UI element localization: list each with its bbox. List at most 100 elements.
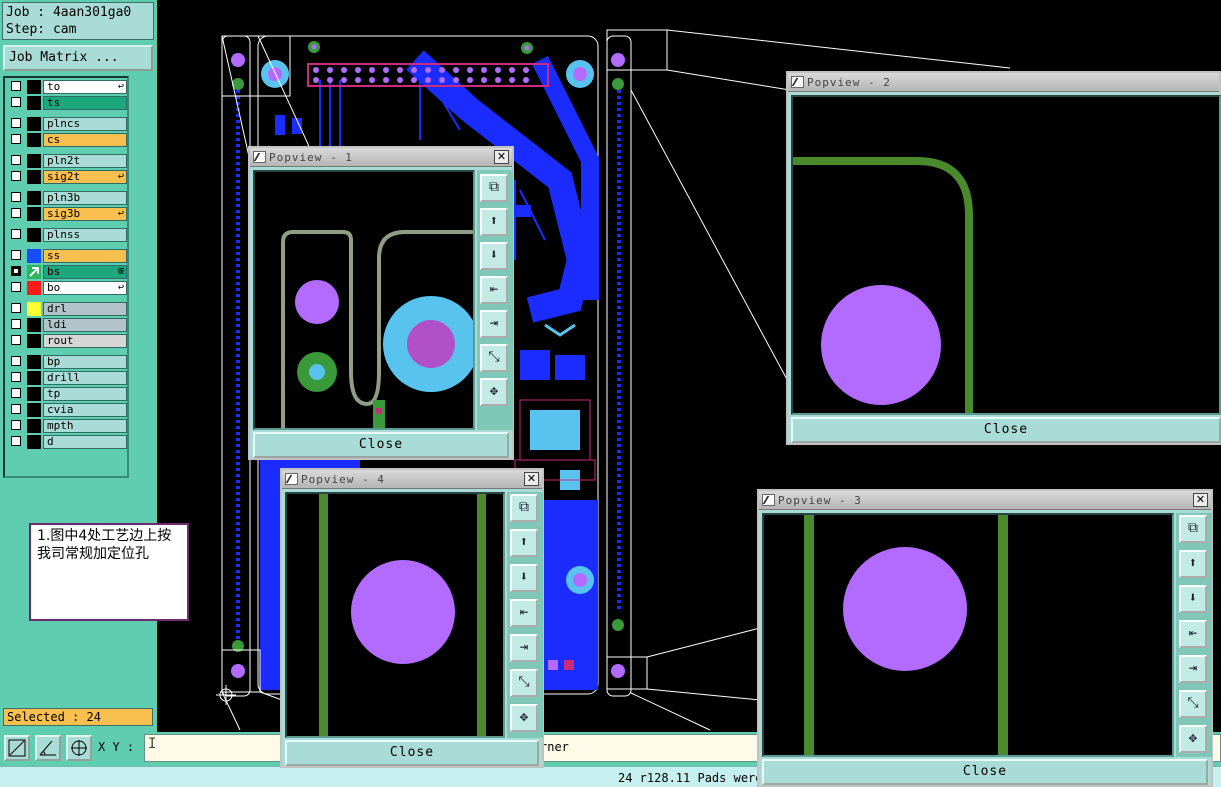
popview-4-view[interactable] bbox=[285, 492, 505, 738]
layer-color-swatch[interactable] bbox=[27, 403, 41, 417]
layer-checkbox[interactable] bbox=[11, 319, 21, 329]
layer-row-cs[interactable]: cs bbox=[8, 133, 127, 147]
layer-checkbox[interactable] bbox=[11, 436, 21, 446]
layer-checkbox[interactable] bbox=[11, 155, 21, 165]
layer-row-tp[interactable]: tp bbox=[8, 387, 127, 401]
popview-3-close-button[interactable]: Close bbox=[762, 759, 1208, 785]
pan-right-icon[interactable]: ⇥ bbox=[1179, 655, 1207, 683]
pan-right-icon[interactable]: ⇥ bbox=[480, 310, 508, 338]
layer-checkbox[interactable] bbox=[11, 118, 21, 128]
layer-color-swatch[interactable] bbox=[27, 318, 41, 332]
layer-row-ldi[interactable]: ldi bbox=[8, 318, 127, 332]
layer-color-swatch[interactable] bbox=[27, 302, 41, 316]
pan-down-icon[interactable]: ⬇ bbox=[480, 242, 508, 270]
zoom-in-icon[interactable]: ✥ bbox=[480, 378, 508, 406]
pan-up-icon[interactable]: ⬆ bbox=[510, 529, 538, 557]
layer-row-bp[interactable]: bp bbox=[8, 355, 127, 369]
pan-down-icon[interactable]: ⬇ bbox=[1179, 585, 1207, 613]
layer-label[interactable]: drl bbox=[43, 302, 127, 316]
zoom-box-button[interactable] bbox=[4, 735, 30, 761]
layer-color-swatch[interactable] bbox=[27, 334, 41, 348]
layer-checkbox[interactable] bbox=[11, 171, 21, 181]
zoom-in-icon[interactable]: ✥ bbox=[510, 704, 538, 732]
layer-checkbox[interactable] bbox=[11, 335, 21, 345]
layer-label[interactable]: pln2t bbox=[43, 154, 127, 168]
layer-row-cvia[interactable]: cvia bbox=[8, 403, 127, 417]
layer-checkbox[interactable] bbox=[11, 404, 21, 414]
layer-row-bo[interactable]: bo ↩ bbox=[8, 281, 127, 295]
zoom-fit-icon[interactable]: ⧉ bbox=[510, 494, 538, 522]
layer-checkbox[interactable] bbox=[11, 356, 21, 366]
pan-up-icon[interactable]: ⬆ bbox=[480, 208, 508, 236]
layer-label[interactable]: bp bbox=[43, 355, 127, 369]
layer-row-sig2t[interactable]: sig2t ↩ bbox=[8, 170, 127, 184]
layer-checkbox[interactable] bbox=[11, 229, 21, 239]
zoom-fit-icon[interactable]: ⧉ bbox=[1179, 515, 1207, 543]
layer-row-pln3b[interactable]: pln3b bbox=[8, 191, 127, 205]
job-matrix-button[interactable]: Job Matrix ... bbox=[3, 45, 153, 71]
layer-checkbox[interactable] bbox=[11, 208, 21, 218]
layer-checkbox[interactable] bbox=[11, 97, 21, 107]
layer-label[interactable]: mpth bbox=[43, 419, 127, 433]
layer-checkbox[interactable] bbox=[11, 372, 21, 382]
layer-color-swatch[interactable] bbox=[27, 371, 41, 385]
popview-1-view[interactable] bbox=[253, 170, 475, 430]
layer-checkbox[interactable] bbox=[11, 192, 21, 202]
layer-checkbox[interactable] bbox=[11, 388, 21, 398]
layer-color-swatch[interactable] bbox=[27, 228, 41, 242]
layer-label[interactable]: ts bbox=[43, 96, 127, 110]
layer-color-swatch[interactable] bbox=[27, 387, 41, 401]
layer-row-plnss[interactable]: plnss bbox=[8, 228, 127, 242]
layer-label[interactable]: sig2t ↩ bbox=[43, 170, 127, 184]
layer-row-drl[interactable]: drl bbox=[8, 302, 127, 316]
popview-3-titlebar[interactable]: Popview - 3 ✕ bbox=[759, 491, 1211, 510]
layer-row-plncs[interactable]: plncs bbox=[8, 117, 127, 131]
layer-label[interactable]: d bbox=[43, 435, 127, 449]
popview-3-view[interactable] bbox=[762, 513, 1174, 757]
layer-label[interactable]: rout bbox=[43, 334, 127, 348]
popview-2-titlebar[interactable]: Popview - 2 bbox=[788, 73, 1219, 92]
layer-label[interactable]: cvia bbox=[43, 403, 127, 417]
layer-checkbox[interactable] bbox=[11, 303, 21, 313]
layer-checkbox[interactable] bbox=[11, 266, 21, 276]
measure-button[interactable] bbox=[35, 735, 61, 761]
zoom-out-icon[interactable]: ⤡ bbox=[1179, 690, 1207, 718]
zoom-fit-icon[interactable]: ⧉ bbox=[480, 174, 508, 202]
layer-label[interactable]: ldi bbox=[43, 318, 127, 332]
layer-row-sig3b[interactable]: sig3b ↩ bbox=[8, 207, 127, 221]
layer-row-d[interactable]: d bbox=[8, 435, 127, 449]
close-icon[interactable]: ✕ bbox=[1193, 493, 1208, 507]
layer-color-swatch[interactable] bbox=[27, 154, 41, 168]
pan-right-icon[interactable]: ⇥ bbox=[510, 634, 538, 662]
layer-row-drill[interactable]: drill bbox=[8, 371, 127, 385]
layer-label[interactable]: pln3b bbox=[43, 191, 127, 205]
layer-color-swatch[interactable] bbox=[27, 133, 41, 147]
layer-row-ss[interactable]: ss bbox=[8, 249, 127, 263]
popview-1-titlebar[interactable]: Popview - 1 ✕ bbox=[250, 148, 512, 167]
layer-label[interactable]: ss bbox=[43, 249, 127, 263]
layer-label[interactable]: to ↩ bbox=[43, 80, 127, 94]
layer-color-swatch[interactable] bbox=[27, 207, 41, 221]
layer-row-rout[interactable]: rout bbox=[8, 334, 127, 348]
layer-label[interactable]: bs ⊞ bbox=[43, 265, 127, 279]
zoom-in-icon[interactable]: ✥ bbox=[1179, 725, 1207, 753]
layer-row-mpth[interactable]: mpth bbox=[8, 419, 127, 433]
zoom-out-icon[interactable]: ⤡ bbox=[480, 344, 508, 372]
pan-up-icon[interactable]: ⬆ bbox=[1179, 550, 1207, 578]
layer-label[interactable]: cs bbox=[43, 133, 127, 147]
layer-label[interactable]: sig3b ↩ bbox=[43, 207, 127, 221]
layer-label[interactable]: bo ↩ bbox=[43, 281, 127, 295]
layer-color-swatch[interactable] bbox=[27, 96, 41, 110]
layer-checkbox[interactable] bbox=[11, 282, 21, 292]
layer-color-swatch[interactable] bbox=[27, 419, 41, 433]
close-icon[interactable]: ✕ bbox=[494, 150, 509, 164]
snap-grid-button[interactable] bbox=[66, 735, 92, 761]
layer-row-pln2t[interactable]: pln2t bbox=[8, 154, 127, 168]
layer-color-swatch[interactable] bbox=[27, 117, 41, 131]
layer-row-to[interactable]: to ↩ bbox=[8, 80, 127, 94]
layer-checkbox[interactable] bbox=[11, 81, 21, 91]
close-icon[interactable]: ✕ bbox=[524, 472, 539, 486]
layer-label[interactable]: plnss bbox=[43, 228, 127, 242]
layer-color-swatch[interactable] bbox=[27, 355, 41, 369]
layer-color-swatch[interactable] bbox=[27, 435, 41, 449]
